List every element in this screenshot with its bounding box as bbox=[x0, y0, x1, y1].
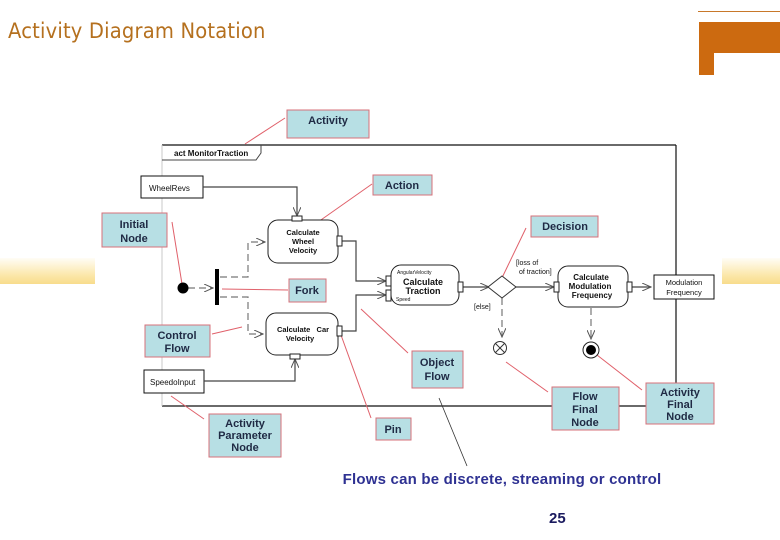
svg-text:Activity: Activity bbox=[660, 387, 701, 399]
svg-text:SpeedoInput: SpeedoInput bbox=[150, 378, 196, 387]
svg-text:Node: Node bbox=[666, 411, 694, 423]
svg-text:Modulation: Modulation bbox=[666, 278, 703, 287]
decision-node bbox=[487, 275, 517, 299]
output-pin bbox=[626, 281, 633, 293]
svg-text:Activity: Activity bbox=[308, 115, 349, 127]
activity-final-node bbox=[582, 341, 600, 359]
initial-node bbox=[177, 282, 189, 294]
svg-text:Final: Final bbox=[667, 399, 693, 411]
leader-fork bbox=[221, 288, 289, 291]
svg-text:Traction: Traction bbox=[405, 286, 440, 296]
flow-final-node bbox=[493, 341, 507, 355]
callout-activity: Activity bbox=[286, 109, 370, 139]
guard-loss-line2: of traction] bbox=[519, 269, 552, 276]
output-pin bbox=[336, 235, 343, 247]
callout-flow-final-node: Flow Final Node bbox=[551, 386, 620, 431]
svg-text:AngularVelocity: AngularVelocity bbox=[397, 270, 432, 276]
note-pointer-line bbox=[438, 397, 468, 467]
svg-text:Node: Node bbox=[571, 417, 599, 429]
svg-text:Calculate: Calculate bbox=[286, 228, 319, 237]
svg-text:Pin: Pin bbox=[384, 424, 401, 436]
frame-label: act MonitorTraction bbox=[174, 149, 248, 158]
output-pin bbox=[457, 281, 464, 293]
svg-text:Flow: Flow bbox=[424, 371, 449, 383]
svg-text:Speed: Speed bbox=[396, 297, 411, 303]
svg-text:Initial: Initial bbox=[120, 219, 149, 231]
input-pin bbox=[289, 353, 301, 360]
action-calculate-car-velocity: Calculate Car Velocity bbox=[265, 312, 343, 360]
leader-initial-node bbox=[171, 221, 183, 285]
flow-fork-to-wheel-velocity bbox=[220, 242, 265, 278]
guard-else: [else] bbox=[474, 304, 491, 311]
svg-text:Flow: Flow bbox=[164, 343, 189, 355]
callout-action: Action bbox=[372, 174, 433, 196]
flow-speedo-to-car-velocity bbox=[204, 359, 295, 382]
leader-action bbox=[317, 183, 373, 223]
flow-fork-to-car-velocity bbox=[220, 296, 263, 334]
svg-text:Fork: Fork bbox=[295, 285, 320, 297]
output-pin bbox=[336, 325, 343, 337]
svg-text:Parameter: Parameter bbox=[218, 430, 273, 442]
svg-text:Decision: Decision bbox=[542, 221, 588, 233]
parameter-node-wheel-revs: WheelRevs bbox=[140, 175, 204, 199]
flow-wheelrevs-to-wheel-velocity bbox=[203, 186, 297, 216]
svg-text:Wheel: Wheel bbox=[292, 237, 314, 246]
svg-text:Node: Node bbox=[120, 233, 148, 245]
fork-bar bbox=[215, 269, 219, 305]
input-pin bbox=[553, 281, 560, 293]
leader-object-flow bbox=[360, 308, 409, 354]
svg-text:Flow: Flow bbox=[572, 391, 597, 403]
svg-text:Calculate: Calculate bbox=[573, 273, 609, 282]
callout-object-flow: Object Flow bbox=[411, 350, 464, 389]
leader-parameter-node bbox=[170, 395, 205, 420]
parameter-node-speedo-input: SpeedoInput bbox=[143, 369, 205, 394]
leader-activity bbox=[244, 117, 286, 145]
svg-text:Modulation: Modulation bbox=[569, 282, 612, 291]
callout-activity-final-node: Activity Final Node bbox=[645, 382, 715, 425]
svg-text:Action: Action bbox=[385, 180, 420, 192]
action-calculate-traction: AngularVelocity Speed Calculate Traction bbox=[385, 264, 464, 306]
leader-control-flow bbox=[211, 326, 243, 335]
action-calculate-modulation-frequency: Calculate Modulation Frequency bbox=[553, 265, 633, 308]
svg-text:Activity: Activity bbox=[225, 418, 266, 430]
slide-note: Flows can be discrete, streaming or cont… bbox=[342, 471, 662, 488]
svg-text:Velocity: Velocity bbox=[286, 334, 315, 343]
svg-text:WheelRevs: WheelRevs bbox=[149, 184, 190, 193]
callout-fork: Fork bbox=[288, 278, 327, 303]
callout-activity-parameter-node: Activity Parameter Node bbox=[208, 413, 282, 458]
svg-text:Frequency: Frequency bbox=[666, 288, 702, 297]
flow-wheel-velocity-to-traction bbox=[342, 240, 386, 281]
input-pin-angular-velocity bbox=[385, 275, 392, 287]
parameter-node-modulation-frequency: Modulation Frequency bbox=[653, 274, 715, 300]
action-calculate-wheel-velocity: Calculate Wheel Velocity bbox=[267, 215, 343, 264]
svg-text:Control: Control bbox=[157, 330, 196, 342]
input-pin bbox=[291, 215, 303, 222]
svg-text:Frequency: Frequency bbox=[572, 291, 613, 300]
svg-text:Final: Final bbox=[572, 404, 598, 416]
page-number: 25 bbox=[549, 510, 566, 527]
callout-initial-node: Initial Node bbox=[101, 212, 168, 248]
svg-text:Velocity: Velocity bbox=[289, 246, 318, 255]
callout-pin: Pin bbox=[375, 417, 412, 441]
leader-flow-final bbox=[505, 361, 549, 393]
svg-text:Calculate Car: Calculate Car bbox=[277, 325, 329, 334]
leader-activity-final bbox=[596, 354, 643, 391]
activity-diagram: act MonitorTraction WheelRevs SpeedoInpu… bbox=[101, 109, 715, 467]
callout-control-flow: Control Flow bbox=[144, 324, 211, 358]
guard-loss-line1: [loss of bbox=[516, 260, 538, 267]
svg-text:Object: Object bbox=[420, 357, 455, 369]
input-pin-speed bbox=[385, 289, 392, 302]
callout-decision: Decision bbox=[530, 215, 599, 238]
svg-text:Node: Node bbox=[231, 442, 259, 454]
